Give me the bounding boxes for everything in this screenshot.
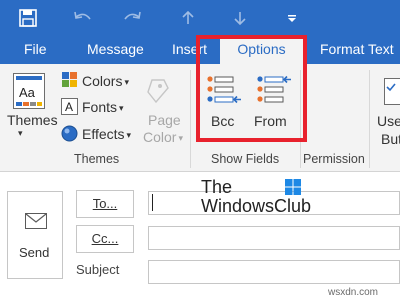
themes-label: Themes (7, 112, 58, 128)
themes-icon[interactable]: Aa (13, 73, 45, 112)
tab-file[interactable]: File (24, 35, 47, 64)
text-cursor (152, 194, 153, 211)
to-label: To... (92, 196, 118, 211)
fonts-label: Fonts (82, 99, 118, 115)
cc-button[interactable]: Cc... (76, 225, 134, 253)
use-buttons-label-1[interactable]: Use (377, 113, 400, 129)
page-color-icon (146, 78, 170, 107)
effects-label: Effects (82, 126, 125, 142)
to-button[interactable]: To... (76, 190, 134, 218)
send-button[interactable] (7, 191, 63, 279)
svg-text:A: A (65, 100, 73, 114)
redo-icon[interactable] (121, 0, 143, 35)
tab-message[interactable]: Message (87, 35, 144, 64)
group-separator (369, 70, 370, 168)
group-separator (190, 70, 191, 168)
page-color-button: Color ▾ (143, 129, 183, 145)
show-fields-group-label: Show Fields (211, 152, 280, 166)
arrow-up-icon[interactable] (178, 0, 198, 35)
send-label: Send (19, 245, 50, 260)
color-label: Color (143, 129, 177, 145)
save-icon[interactable] (14, 0, 42, 35)
tab-format-text[interactable]: Format Text (320, 35, 394, 64)
site-watermark: wsxdn.com (328, 287, 379, 298)
subject-label: Subject (76, 262, 120, 277)
use-buttons-label-2[interactable]: But (381, 131, 400, 147)
cc-field[interactable] (148, 226, 400, 250)
title-bar (0, 0, 400, 35)
colors-button[interactable]: Colors ▾ (82, 73, 129, 89)
watermark-line2: WindowsClub (201, 196, 312, 216)
svg-text:Aa: Aa (19, 85, 36, 100)
cc-label: Cc... (91, 231, 119, 246)
fonts-button[interactable]: Fonts ▾ (82, 99, 124, 115)
watermark-line1: The (201, 177, 233, 197)
effects-button[interactable]: Effects ▾ (82, 126, 131, 142)
permission-group-label: Permission (303, 152, 365, 166)
subject-field[interactable] (148, 260, 400, 284)
use-voting-buttons-icon[interactable] (384, 78, 400, 109)
arrow-down-icon[interactable] (230, 0, 250, 35)
customize-qat-icon[interactable] (283, 0, 301, 35)
effects-icon (61, 125, 78, 145)
fonts-icon: A (61, 98, 78, 118)
colors-label: Colors (82, 73, 123, 89)
highlight-box (196, 35, 307, 142)
chevron-down-icon: ▾ (18, 128, 23, 138)
undo-icon[interactable] (72, 0, 94, 35)
send-icon (21, 213, 47, 232)
themes-button[interactable]: Themes (7, 112, 58, 128)
colors-icon (62, 72, 78, 91)
page-label: Page (148, 112, 181, 128)
themes-group-label: Themes (74, 152, 120, 166)
